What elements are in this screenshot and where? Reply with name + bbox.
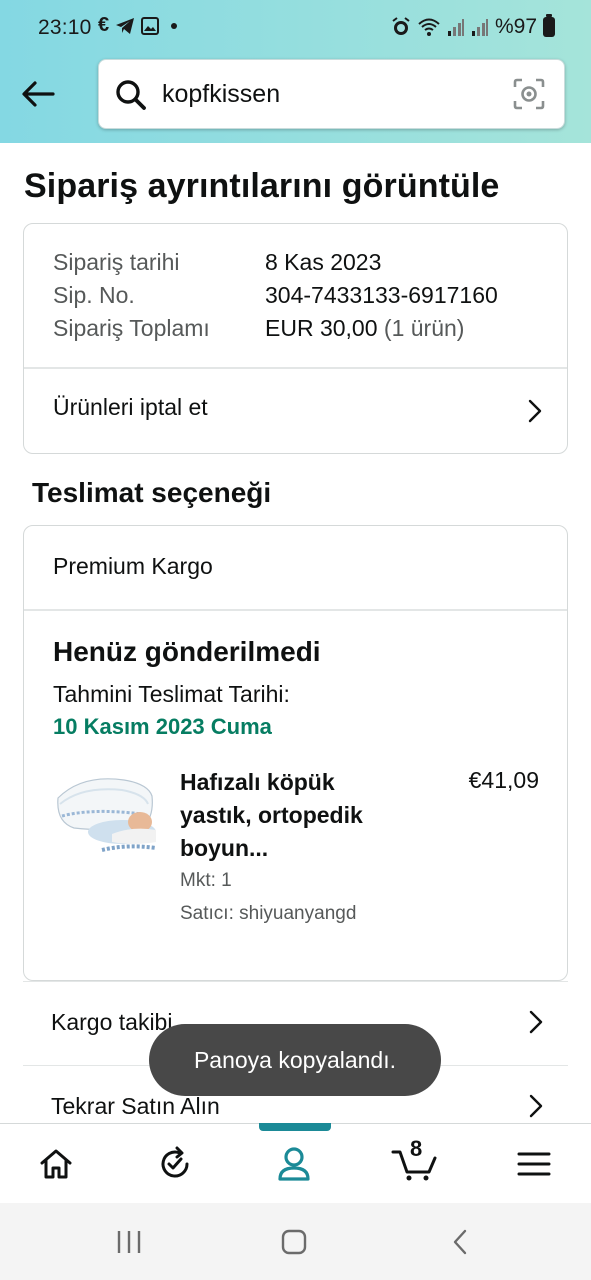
shipment-status: Henüz gönderilmedi (53, 636, 321, 667)
chevron-right-icon (529, 1010, 543, 1034)
nav-account[interactable] (274, 1144, 314, 1184)
search-query[interactable]: kopfkissen (162, 80, 280, 109)
cancel-items-label: Ürünleri iptal et (53, 394, 208, 420)
nav-buy-again[interactable] (155, 1144, 195, 1184)
chevron-right-icon (528, 399, 542, 423)
battery-percentage: %97 (494, 15, 537, 38)
search-bar[interactable]: kopfkissen (98, 59, 565, 129)
product-price: €41,09 (468, 767, 539, 793)
cart-count-badge: 8 (410, 1136, 423, 1161)
delivery-card: Premium Kargo Henüz gönderilmedi Tahmini… (23, 525, 568, 981)
delivery-section-title: Teslimat seçeneği (32, 477, 272, 508)
order-item-count: (1 ürün) (377, 315, 465, 341)
status-time: 23:10 (38, 16, 92, 39)
nav-menu[interactable] (514, 1144, 554, 1184)
bottom-navigation: 8 (0, 1123, 591, 1203)
chevron-right-icon (529, 1094, 543, 1118)
signal-icon-2 (471, 19, 488, 36)
battery-icon (543, 14, 555, 37)
back-button[interactable] (18, 74, 58, 114)
gallery-icon (141, 16, 160, 35)
notification-icons: € (98, 14, 178, 37)
back-chevron-icon (453, 1229, 467, 1255)
alarm-icon (392, 17, 410, 35)
order-date-value: 8 Kas 2023 (265, 249, 382, 275)
wifi-icon (418, 18, 440, 36)
recent-apps-button[interactable] (109, 1225, 149, 1259)
order-number-label: Sip. No. (53, 282, 135, 308)
order-date-row: Sipariş tarihi 8 Kas 2023 (53, 249, 381, 276)
product-thumbnail[interactable] (52, 764, 158, 860)
track-package-label: Kargo takibi (51, 1009, 173, 1035)
status-bar: 23:10 € %97 (0, 0, 591, 56)
home-icon (40, 1149, 72, 1179)
order-date-label: Sipariş tarihi (53, 249, 180, 275)
page-title: Sipariş ayrıntılarını görüntüle (24, 167, 500, 205)
toast-message: Panoya kopyalandı. (149, 1024, 441, 1096)
order-total-row: Sipariş Toplamı EUR 30,00 (1 ürün) (53, 315, 464, 342)
more-notifications-dot-icon (171, 22, 178, 29)
hamburger-menu-icon (517, 1152, 551, 1176)
estimate-label: Tahmini Teslimat Tarihi: (53, 681, 290, 707)
home-square-icon (281, 1229, 307, 1255)
order-number-row: Sip. No. 304-7433133-6917160 (53, 282, 498, 309)
cancel-items-row[interactable]: Ürünleri iptal et (24, 368, 567, 453)
refresh-check-icon (161, 1146, 189, 1178)
user-icon (278, 1147, 310, 1181)
divider (24, 609, 567, 611)
camera-search-icon[interactable] (512, 77, 546, 111)
system-navigation-bar (0, 1203, 591, 1280)
signal-icon-1 (447, 19, 464, 36)
order-total-label: Sipariş Toplamı (53, 315, 210, 341)
recent-apps-icon (117, 1231, 141, 1253)
shipping-method: Premium Kargo (53, 553, 213, 579)
system-icons: %97 (391, 14, 555, 39)
home-button[interactable] (274, 1225, 314, 1259)
order-summary-card: Sipariş tarihi 8 Kas 2023 Sip. No. 304-7… (23, 223, 568, 454)
order-total-value: EUR 30,00 (1 ürün) (265, 315, 464, 342)
product-seller[interactable]: Satıcı: shiyuanyangd (180, 903, 356, 925)
buy-again-label: Tekrar Satın Alın (51, 1093, 220, 1119)
arrow-left-icon (22, 81, 55, 107)
euro-app-icon: € (98, 14, 110, 36)
telegram-icon (116, 17, 135, 34)
system-back-button[interactable] (440, 1225, 480, 1259)
nav-home[interactable] (36, 1144, 76, 1184)
order-number-value[interactable]: 304-7433133-6917160 (265, 282, 498, 309)
product-name[interactable]: Hafızalı köpük yastık, ortopedik boyun..… (180, 766, 410, 865)
estimate-date: 10 Kasım 2023 Cuma (53, 714, 272, 739)
product-quantity: Mkt: 1 (180, 870, 232, 891)
active-tab-indicator (259, 1123, 331, 1131)
search-icon (116, 80, 146, 110)
order-total-amount: EUR 30,00 (265, 315, 378, 341)
app-header: 23:10 € %97 kopfkissen (0, 0, 591, 143)
